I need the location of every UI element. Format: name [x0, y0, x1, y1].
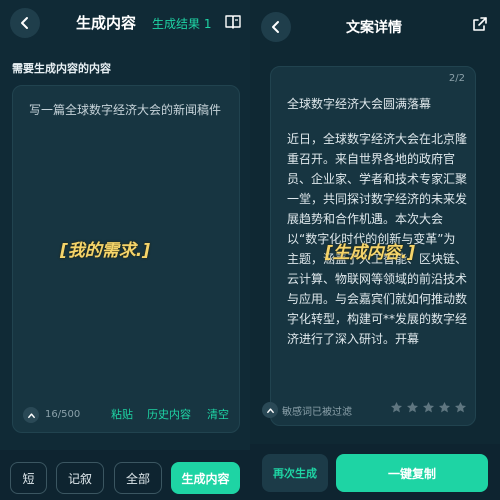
chip-narrative[interactable]: 记叙: [56, 462, 104, 494]
generated-content-annotation: [生成内容.]: [325, 243, 415, 263]
back-button[interactable]: [10, 8, 40, 38]
star-icon[interactable]: [422, 401, 435, 414]
chip-short[interactable]: 短: [10, 462, 47, 494]
share-icon[interactable]: [472, 16, 488, 32]
clear-button[interactable]: 清空: [207, 406, 229, 422]
generate-button[interactable]: 生成内容: [171, 462, 240, 494]
left-page-title: 生成内容: [76, 14, 137, 32]
right-page-title: 文案详情: [346, 20, 402, 36]
char-count: 16/500: [45, 409, 81, 420]
star-icon[interactable]: [406, 401, 419, 414]
star-icon[interactable]: [390, 401, 403, 414]
tab-generation-result[interactable]: 生成结果 1: [152, 15, 211, 32]
book-icon[interactable]: [224, 13, 242, 31]
rating-stars[interactable]: [390, 401, 467, 414]
back-arrow-icon: [272, 21, 279, 33]
chip-all[interactable]: 全部: [114, 462, 162, 494]
star-icon[interactable]: [438, 401, 451, 414]
prompt-input[interactable]: 写一篇全球数字经济大会的新闻稿件: [29, 100, 229, 120]
regenerate-button[interactable]: 再次生成: [262, 454, 328, 492]
right-collapse-button[interactable]: [262, 402, 278, 418]
section-label: 需要生成内容的内容: [12, 62, 111, 75]
back-arrow-icon: [21, 17, 28, 29]
history-button[interactable]: 历史内容: [147, 406, 191, 422]
my-request-annotation: [我的需求.]: [60, 241, 150, 261]
page-indicator: 2/2: [448, 73, 465, 84]
right-back-button[interactable]: [261, 12, 291, 42]
chevron-up-icon: [266, 407, 274, 413]
collapse-button[interactable]: [23, 407, 39, 423]
star-icon[interactable]: [454, 401, 467, 414]
sensitivity-filter-note: 敏感词已被过滤: [282, 407, 352, 418]
paste-button[interactable]: 粘贴: [111, 406, 133, 422]
copy-button[interactable]: 一键复制: [336, 454, 488, 492]
result-title: 全球数字经济大会圆满落幕: [287, 97, 432, 111]
chevron-up-icon: [27, 412, 35, 418]
